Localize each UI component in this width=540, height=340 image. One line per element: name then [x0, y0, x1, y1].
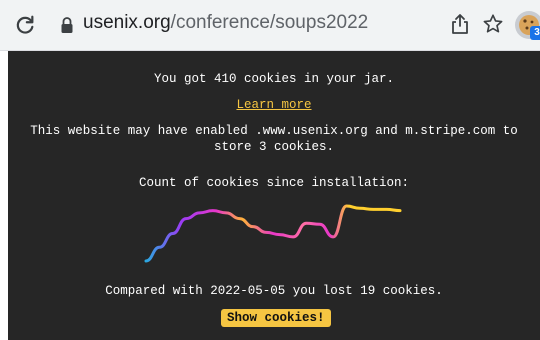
url-path: /conference/soups2022 — [170, 12, 369, 33]
browser-toolbar: usenix.org/conference/soups2022 3 — [0, 0, 540, 51]
extension-badge: 3 — [530, 26, 540, 40]
cookie-count-line — [144, 204, 402, 263]
cookie-popup-panel: You got 410 cookies in your jar. Learn m… — [8, 51, 540, 340]
show-cookies-button[interactable]: Show cookies! — [221, 309, 331, 327]
share-icon[interactable] — [450, 13, 470, 35]
reload-icon[interactable] — [14, 14, 36, 36]
bookmark-star-icon[interactable] — [482, 13, 504, 35]
url-domain: usenix.org — [83, 12, 171, 33]
address-bar-url[interactable]: usenix.org/conference/soups2022 — [83, 12, 368, 34]
lock-icon[interactable] — [60, 16, 74, 34]
comparison-text: Compared with 2022-05-05 you lost 19 coo… — [105, 284, 443, 298]
